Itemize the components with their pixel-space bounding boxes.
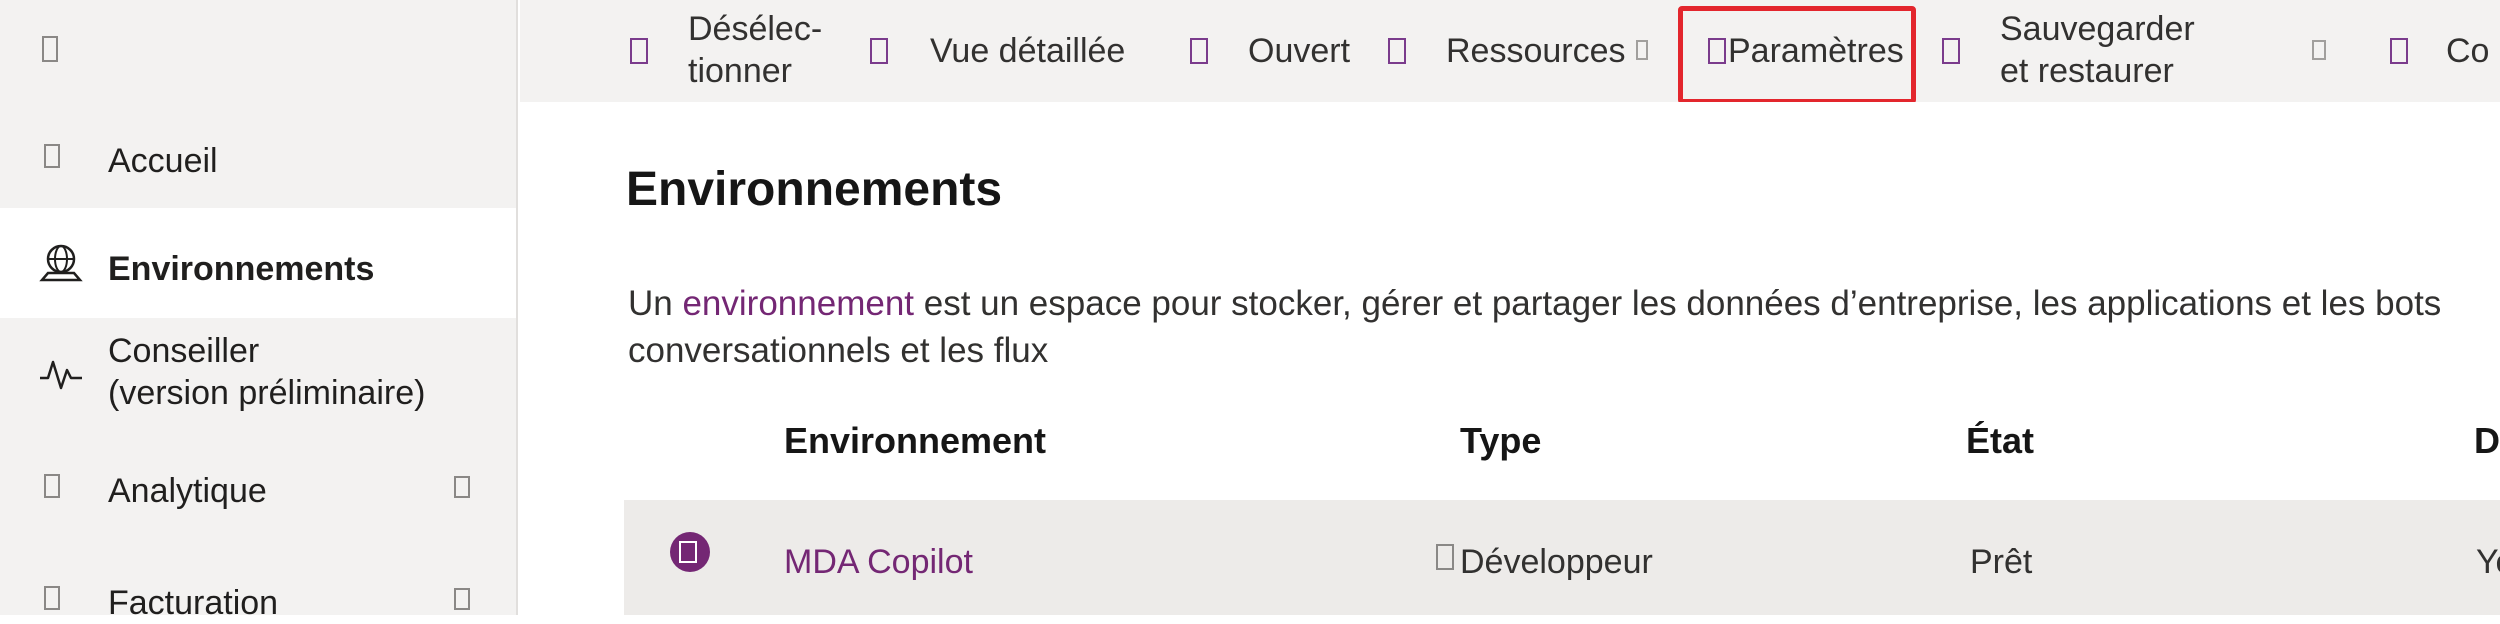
table-row[interactable]: MDA Copilot Développeur Prêt Ye	[624, 500, 2500, 615]
sidebar-item-label: Environnements	[108, 250, 375, 288]
detail-view-button[interactable]: Vue détaillée	[870, 0, 1170, 102]
details-icon	[870, 38, 888, 64]
globe-icon	[39, 244, 83, 282]
environment-type: Développeur	[1460, 543, 1653, 581]
command-bar: Désélec- tionner Vue détaillée Ouvert Re…	[520, 0, 2500, 102]
copy-label: Co	[2446, 32, 2490, 70]
deselect-icon	[630, 38, 648, 64]
sidebar-item-analytique[interactable]: Analytique	[0, 448, 516, 538]
copy-icon	[2390, 38, 2408, 64]
environment-icon	[670, 532, 710, 572]
resources-icon	[1388, 38, 1406, 64]
open-button[interactable]: Ouvert	[1190, 0, 1370, 102]
chevron-down-icon[interactable]	[2312, 40, 2326, 60]
sidebar-item-conseiller[interactable]: Conseiller (version préliminaire)	[0, 318, 516, 438]
description-text: Un	[628, 284, 683, 323]
chevron-down-icon[interactable]	[454, 588, 470, 610]
settings-highlight-box	[1678, 6, 1916, 104]
page-description: Un environnement est un espace pour stoc…	[628, 280, 2458, 374]
sidebar-item-label: Conseiller (version préliminaire)	[108, 332, 426, 412]
column-header-type[interactable]: Type	[1460, 420, 1541, 462]
column-header-environment[interactable]: Environnement	[784, 420, 1046, 462]
column-header-extra[interactable]: D	[2474, 420, 2500, 462]
sidebar-item-label: Accueil	[108, 142, 218, 180]
analytics-icon	[44, 474, 60, 498]
chevron-down-icon[interactable]	[454, 476, 470, 498]
open-label: Ouvert	[1248, 32, 1351, 70]
backup-icon	[1942, 38, 1960, 64]
sidebar-item-label: Facturation	[108, 584, 279, 622]
page-title: Environnements	[626, 163, 1003, 216]
sidebar-item-environnements[interactable]: Environnements	[0, 208, 516, 318]
environment-extra: Ye	[2476, 543, 2500, 581]
more-options-icon[interactable]	[1436, 544, 1454, 570]
sidebar-item-facturation[interactable]: Facturation	[0, 560, 516, 622]
billing-icon	[44, 586, 60, 610]
main-content: Environnements Un environnement est un e…	[520, 102, 2500, 615]
deselect-label: Désélec- tionner	[688, 10, 823, 90]
column-header-state[interactable]: État	[1966, 420, 2034, 462]
resources-label: Ressources	[1446, 32, 1626, 70]
hamburger-menu-icon[interactable]	[42, 36, 58, 62]
detail-view-label: Vue détaillée	[930, 32, 1126, 70]
home-icon	[44, 144, 60, 168]
copy-button[interactable]: Co	[2390, 0, 2500, 102]
pulse-icon	[40, 360, 82, 390]
left-navigation: Accueil Environnements Conseiller (versi…	[0, 0, 518, 622]
resources-button[interactable]: Ressources	[1388, 0, 1688, 102]
environment-link[interactable]: environnement	[682, 284, 914, 323]
backup-restore-label: Sauvegarder et restaurer	[2000, 10, 2195, 90]
environment-name-link[interactable]: MDA Copilot	[784, 542, 973, 582]
chevron-down-icon[interactable]	[1636, 40, 1648, 60]
environment-state: Prêt	[1970, 543, 2033, 581]
backup-restore-button[interactable]: Sauvegarder et restaurer	[1942, 0, 2272, 102]
deselect-button[interactable]: Désélec- tionner	[630, 0, 880, 102]
sidebar-item-accueil[interactable]: Accueil	[0, 118, 516, 208]
sidebar-item-label: Analytique	[108, 472, 267, 510]
open-icon	[1190, 38, 1208, 64]
